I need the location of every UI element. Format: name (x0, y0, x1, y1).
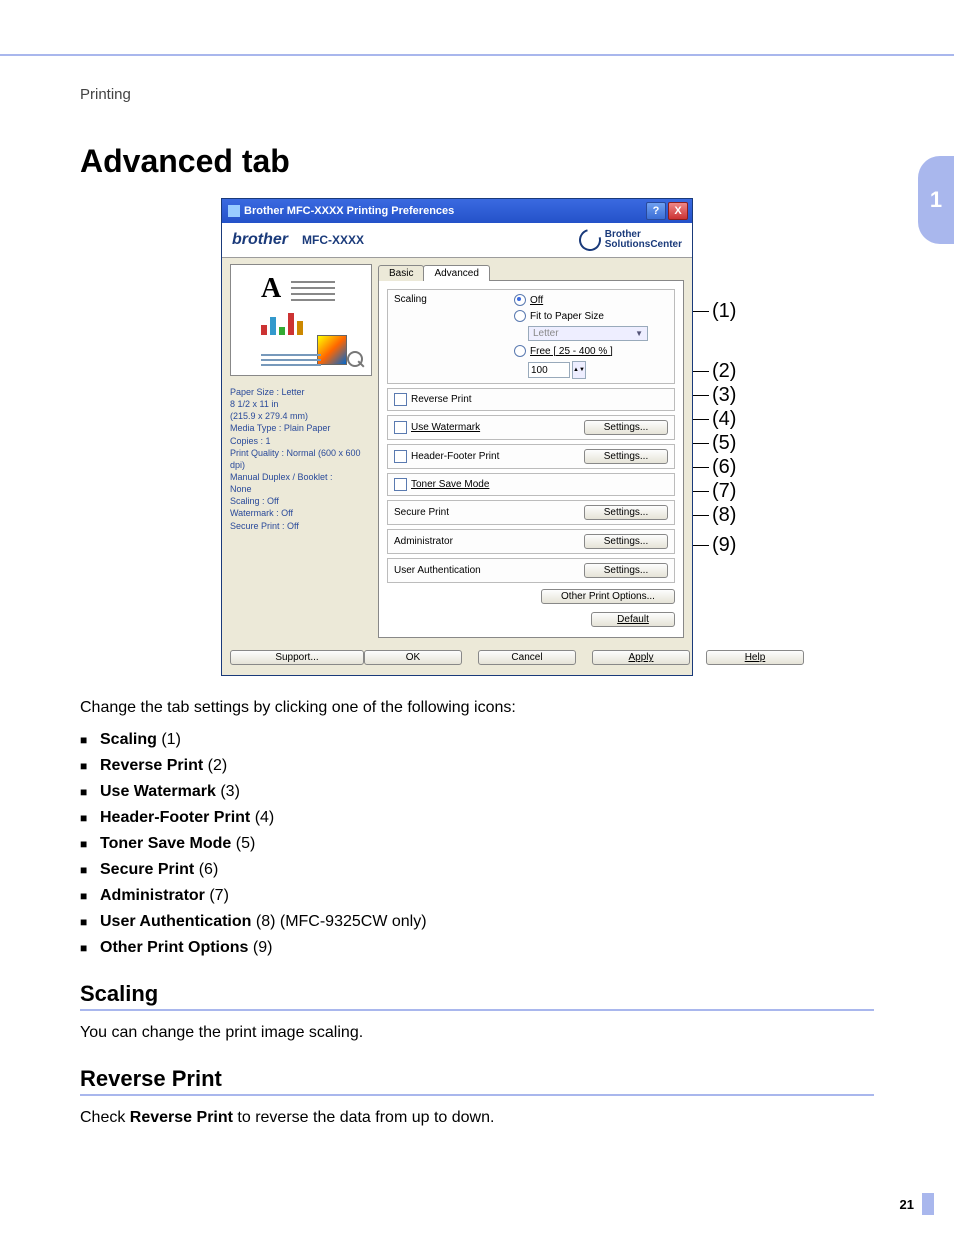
other-print-options-button[interactable]: Other Print Options... (541, 589, 675, 604)
dialog-titlebar: Brother MFC-XXXX Printing Preferences ? … (222, 199, 692, 223)
header-footer-checkbox[interactable]: Header-Footer Print (394, 450, 499, 463)
close-button[interactable]: X (668, 202, 688, 220)
watermark-settings-button[interactable]: Settings... (584, 420, 668, 435)
group-scaling: Scaling Off Fit to Paper Size Letter▼ Fr… (387, 289, 675, 384)
advanced-panel: Scaling Off Fit to Paper Size Letter▼ Fr… (378, 280, 684, 638)
group-user-auth: User Authentication Settings... (387, 558, 675, 583)
user-auth-settings-button[interactable]: Settings... (584, 563, 668, 578)
apply-button[interactable]: Apply (592, 650, 690, 665)
group-toner-save: Toner Save Mode (387, 473, 675, 496)
page-title: Advanced tab (80, 143, 874, 180)
group-use-watermark: Use Watermark Settings... (387, 415, 675, 440)
brand-bar: brother MFC-XXXX Brother SolutionsCenter (222, 223, 692, 258)
user-auth-label: User Authentication (394, 565, 481, 576)
default-button[interactable]: Default (591, 612, 675, 627)
page-number: 21 (900, 1197, 914, 1212)
page-footer: 21 (900, 1193, 934, 1215)
scaling-off-radio[interactable]: Off (514, 294, 543, 306)
chapter-tab: 1 (918, 156, 954, 244)
reverse-text: Check Reverse Print to reverse the data … (80, 1106, 874, 1129)
scaling-label: Scaling (394, 294, 474, 305)
window-icon (228, 205, 240, 217)
group-secure-print: Secure Print Settings... (387, 500, 675, 525)
tab-advanced[interactable]: Advanced (423, 265, 489, 281)
scaling-fit-radio[interactable]: Fit to Paper Size (514, 310, 604, 322)
settings-list: Scaling (1) Reverse Print (2) Use Waterm… (80, 731, 874, 957)
page-preview: A (230, 264, 372, 376)
free-percent-spinner[interactable]: ▲▼ (514, 361, 586, 379)
administrator-settings-button[interactable]: Settings... (584, 534, 668, 549)
use-watermark-checkbox[interactable]: Use Watermark (394, 421, 480, 434)
cancel-button[interactable]: Cancel (478, 650, 576, 665)
group-administrator: Administrator Settings... (387, 529, 675, 554)
scaling-free-radio[interactable]: Free [ 25 - 400 % ] (514, 345, 613, 357)
header-footer-settings-button[interactable]: Settings... (584, 449, 668, 464)
secure-print-settings-button[interactable]: Settings... (584, 505, 668, 520)
scaling-heading: Scaling (80, 981, 874, 1011)
help-button-footer[interactable]: Help (706, 650, 804, 665)
intro-text: Change the tab settings by clicking one … (80, 696, 874, 719)
solutions-icon (575, 225, 605, 255)
ok-button[interactable]: OK (364, 650, 462, 665)
reverse-print-checkbox[interactable]: Reverse Print (394, 393, 472, 406)
reverse-heading: Reverse Print (80, 1066, 874, 1096)
toner-save-checkbox[interactable]: Toner Save Mode (394, 478, 489, 491)
administrator-label: Administrator (394, 536, 453, 547)
support-button[interactable]: Support... (230, 650, 364, 665)
brand-logo: brother (232, 231, 288, 249)
callouts: (1) (2) (3) (4) (5) (6) (7) (8) (9) (693, 198, 733, 250)
model-name: MFC-XXXX (302, 233, 364, 247)
secure-print-label: Secure Print (394, 507, 449, 518)
top-divider (0, 0, 954, 56)
tab-basic[interactable]: Basic (378, 265, 424, 281)
section-label: Printing (80, 86, 874, 103)
fit-paper-size-combo[interactable]: Letter▼ (528, 326, 648, 341)
scaling-text: You can change the print image scaling. (80, 1021, 874, 1044)
dialog-title: Brother MFC-XXXX Printing Preferences (244, 205, 454, 217)
group-reverse-print: Reverse Print (387, 388, 675, 411)
print-preferences-dialog: Brother MFC-XXXX Printing Preferences ? … (221, 198, 693, 676)
help-button[interactable]: ? (646, 202, 666, 220)
footer-tab (922, 1193, 934, 1215)
solutions-center-link[interactable]: Brother SolutionsCenter (579, 229, 682, 251)
magnifier-icon[interactable] (347, 351, 365, 369)
group-header-footer: Header-Footer Print Settings... (387, 444, 675, 469)
settings-summary: Paper Size : Letter 8 1/2 x 11 in (215.9… (230, 386, 370, 532)
